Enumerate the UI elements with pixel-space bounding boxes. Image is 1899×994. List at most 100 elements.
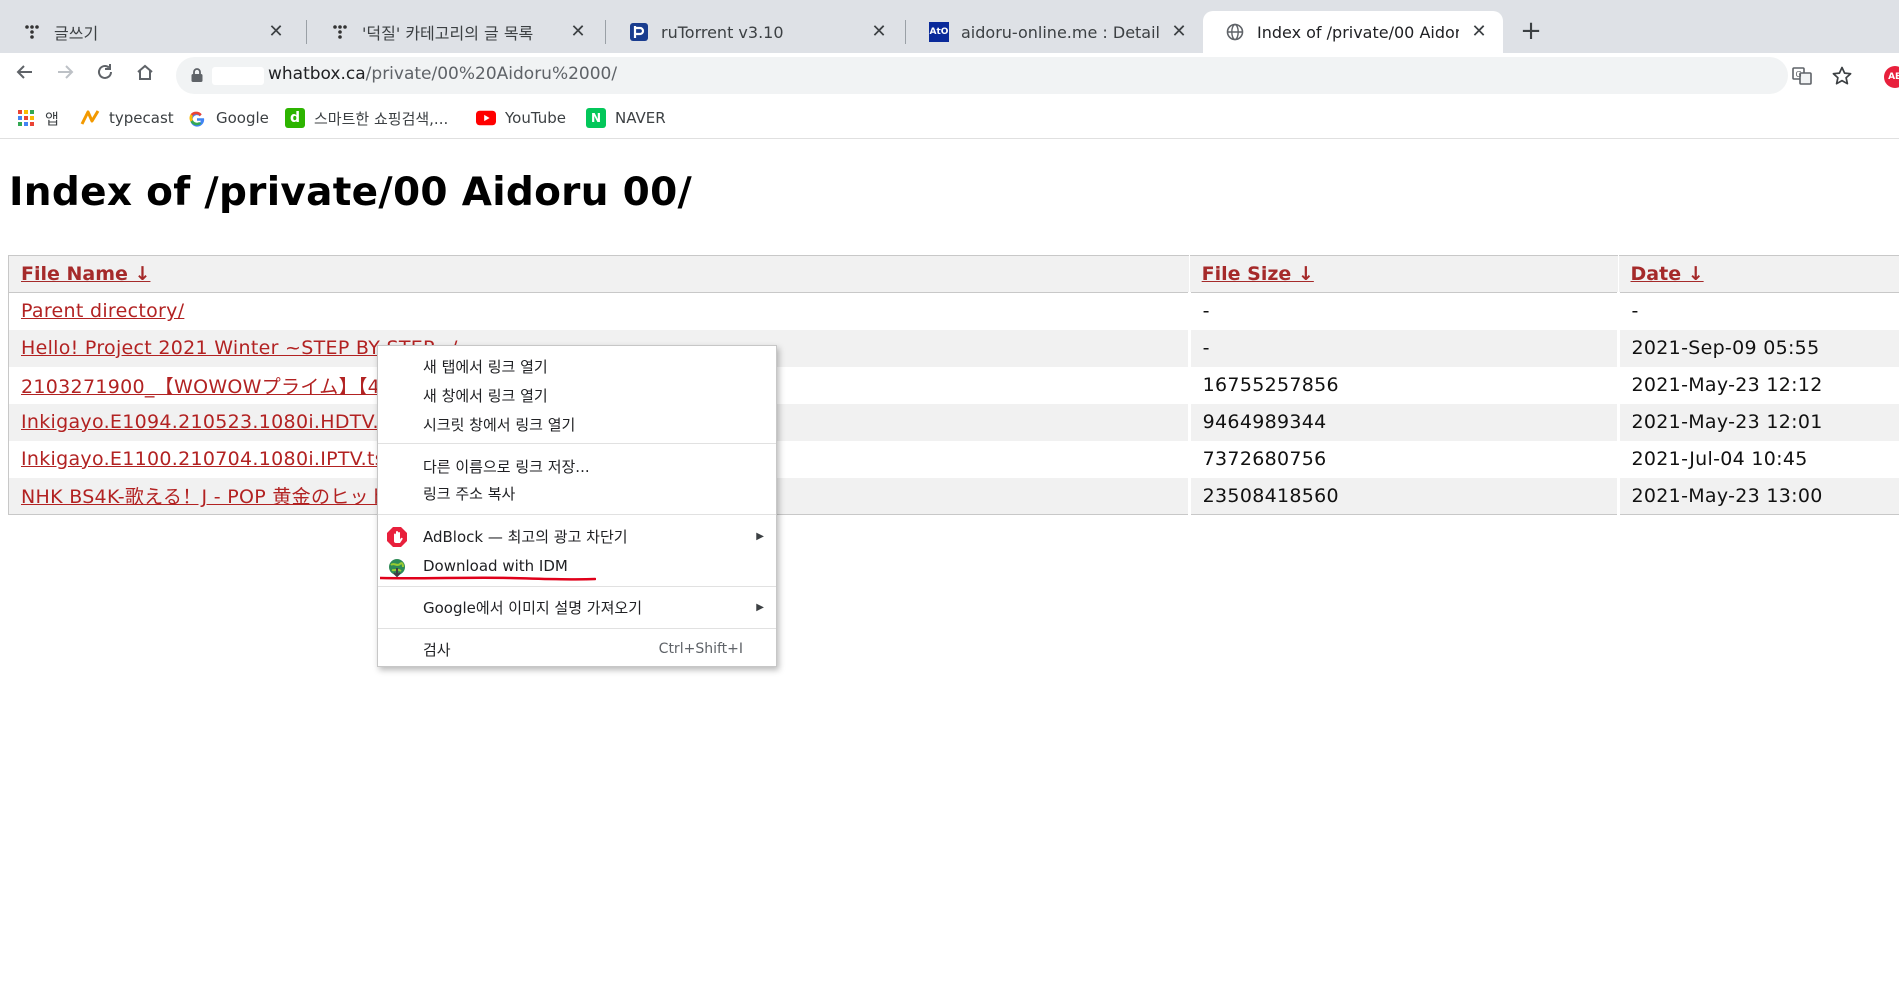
menu-item-label: 링크 주소 복사: [423, 484, 516, 503]
menu-item-label: 시크릿 창에서 링크 열기: [423, 415, 576, 434]
table-row: 2103271900_【WOWOWプライム】【4K】 16755257856 2…: [9, 366, 1899, 404]
home-button[interactable]: [131, 61, 159, 89]
tistory-icon: [330, 22, 350, 42]
file-date-cell: 2021-May-23 13:00: [1616, 477, 1899, 515]
close-icon[interactable]: ✕: [1469, 22, 1489, 42]
tab-index-of-aidoru[interactable]: Index of /private/00 Aidoru 00/ ✕: [1203, 11, 1503, 53]
close-icon[interactable]: ✕: [869, 22, 889, 42]
bookmark-apps[interactable]: 앱: [16, 106, 59, 130]
page-content: Index of /private/00 Aidoru 00/ File Nam…: [0, 140, 1899, 994]
naver-icon: N: [586, 108, 606, 128]
tab-title: '덕질' 카테고리의 글 목록: [362, 24, 534, 43]
table-row: Inkigayo.E1100.210704.1080i.IPTV.ts 7372…: [9, 440, 1899, 478]
column-header-file-name: File Name ↓: [8, 255, 1190, 293]
menu-item-copy-link-address[interactable]: 링크 주소 복사: [378, 479, 776, 507]
sort-by-date-link[interactable]: Date ↓: [1631, 263, 1704, 285]
danawa-icon: d: [285, 108, 305, 128]
column-header-file-size: File Size ↓: [1188, 255, 1619, 293]
file-date-cell: 2021-May-23 12:01: [1616, 403, 1899, 441]
tab-divider: [605, 20, 606, 44]
sort-by-size-link[interactable]: File Size ↓: [1202, 263, 1314, 285]
file-date-cell: 2021-Jul-04 10:45: [1616, 440, 1899, 478]
menu-item-open-new-tab[interactable]: 새 탭에서 링크 열기: [378, 352, 776, 380]
file-date-cell: 2021-Sep-09 05:55: [1616, 329, 1899, 367]
address-bar[interactable]: whatbox.ca/private/00%20Aidoru%2000/ G: [176, 57, 1852, 94]
forward-button[interactable]: [51, 61, 79, 89]
redacted-username: [212, 67, 264, 85]
table-header-row: File Name ↓ File Size ↓ Date ↓: [8, 255, 1899, 293]
context-menu: 새 탭에서 링크 열기 새 창에서 링크 열기 시크릿 창에서 링크 열기 다른…: [377, 345, 777, 667]
adblock-hand-icon: [386, 526, 408, 548]
file-name-cell: Parent directory/: [9, 293, 1190, 330]
tab-category-list[interactable]: '덕질' 카테고리의 글 목록 ✕: [308, 11, 602, 53]
forward-arrow-icon: [58, 65, 74, 79]
bookmark-smart-shopping[interactable]: d 스마트한 쇼핑검색,...: [285, 106, 448, 130]
submenu-arrow-icon: ▶: [756, 530, 764, 542]
file-link[interactable]: 2103271900_【WOWOWプライム】【4K】: [21, 376, 412, 398]
file-link[interactable]: NHK BS4K-歌える！J - POP 黄金のヒット: [21, 486, 388, 508]
file-size-cell: 23508418560: [1187, 477, 1619, 515]
tab-divider: [306, 20, 307, 44]
tab-rutorrent[interactable]: ruTorrent v3.10 ✕: [607, 11, 903, 53]
close-icon[interactable]: ✕: [266, 22, 286, 42]
menu-item-label: 검사: [423, 640, 451, 659]
tistory-icon: [22, 22, 42, 42]
menu-item-adblock[interactable]: AdBlock — 최고의 광고 차단기 ▶: [378, 522, 776, 550]
menu-item-label: 새 창에서 링크 열기: [423, 386, 548, 405]
bookmark-label: 스마트한 쇼핑검색,...: [314, 109, 449, 128]
bookmarks-bar: 앱 typecast Google d 스마트한 쇼핑검색,... YouTub…: [0, 98, 1899, 139]
typecast-icon: [80, 108, 100, 128]
close-icon[interactable]: ✕: [1169, 22, 1189, 42]
bookmark-naver[interactable]: N NAVER: [586, 106, 666, 130]
tab-aidoru-online[interactable]: AtO aidoru-online.me : Details for tor ✕: [907, 11, 1203, 53]
bookmark-typecast[interactable]: typecast: [80, 106, 174, 130]
menu-item-google-image-description[interactable]: Google에서 이미지 설명 가져오기 ▶: [378, 593, 776, 621]
menu-item-label: 새 탭에서 링크 열기: [423, 357, 548, 376]
google-icon: [187, 108, 207, 128]
url-text[interactable]: whatbox.ca/private/00%20Aidoru%2000/: [268, 64, 617, 84]
menu-item-save-link-as[interactable]: 다른 이름으로 링크 저장...: [378, 452, 776, 480]
bookmark-label: Google: [216, 109, 269, 127]
bookmark-label: 앱: [45, 109, 59, 128]
page-title: Index of /private/00 Aidoru 00/: [9, 170, 693, 215]
file-size-cell: -: [1187, 329, 1619, 367]
file-listing-table: File Name ↓ File Size ↓ Date ↓ Parent di…: [8, 255, 1899, 515]
svg-text:G: G: [1796, 70, 1802, 79]
close-icon[interactable]: ✕: [568, 22, 588, 42]
sort-by-name-link[interactable]: File Name ↓: [21, 263, 150, 285]
back-button[interactable]: [11, 61, 39, 89]
menu-item-label: Google에서 이미지 설명 가져오기: [423, 598, 643, 617]
menu-item-open-incognito[interactable]: 시크릿 창에서 링크 열기: [378, 410, 776, 438]
menu-item-inspect[interactable]: 검사 Ctrl+Shift+I: [378, 635, 776, 663]
translate-icon[interactable]: G: [1790, 65, 1814, 89]
bookmark-label: NAVER: [615, 109, 666, 127]
file-size-cell: -: [1187, 292, 1619, 330]
rutorrent-icon: [629, 22, 649, 42]
bookmark-label: YouTube: [505, 109, 566, 127]
lock-icon[interactable]: [190, 67, 204, 87]
youtube-icon: [476, 108, 496, 128]
file-link[interactable]: Inkigayo.E1100.210704.1080i.IPTV.ts: [21, 448, 385, 470]
browser-toolbar: whatbox.ca/private/00%20Aidoru%2000/ G: [0, 53, 1899, 98]
file-size-cell: 7372680756: [1187, 440, 1619, 478]
file-link[interactable]: Inkigayo.E1094.210523.1080i.HDTV.ts: [21, 411, 397, 433]
red-underline-annotation: [380, 576, 596, 581]
aidoru-online-icon: AtO: [929, 22, 949, 42]
new-tab-button[interactable]: +: [1516, 16, 1546, 46]
bookmark-google[interactable]: Google: [187, 106, 269, 130]
menu-item-label: Download with IDM: [423, 557, 568, 575]
bookmark-youtube[interactable]: YouTube: [476, 106, 566, 130]
column-header-date: Date ↓: [1617, 255, 1899, 293]
menu-separator: [378, 443, 776, 444]
back-arrow-icon: [16, 65, 32, 79]
reload-button[interactable]: [91, 61, 119, 89]
tab-write[interactable]: 글쓰기 ✕: [0, 11, 300, 53]
apps-grid-icon: [16, 108, 36, 128]
bookmark-star-icon[interactable]: [1830, 65, 1854, 89]
adblock-extension-icon[interactable]: AB: [1884, 66, 1899, 88]
tab-divider: [905, 20, 906, 44]
globe-icon: [1225, 22, 1245, 42]
file-link[interactable]: Parent directory/: [21, 300, 184, 322]
menu-item-label: AdBlock — 최고의 광고 차단기: [423, 527, 628, 546]
menu-item-open-new-window[interactable]: 새 창에서 링크 열기: [378, 381, 776, 409]
